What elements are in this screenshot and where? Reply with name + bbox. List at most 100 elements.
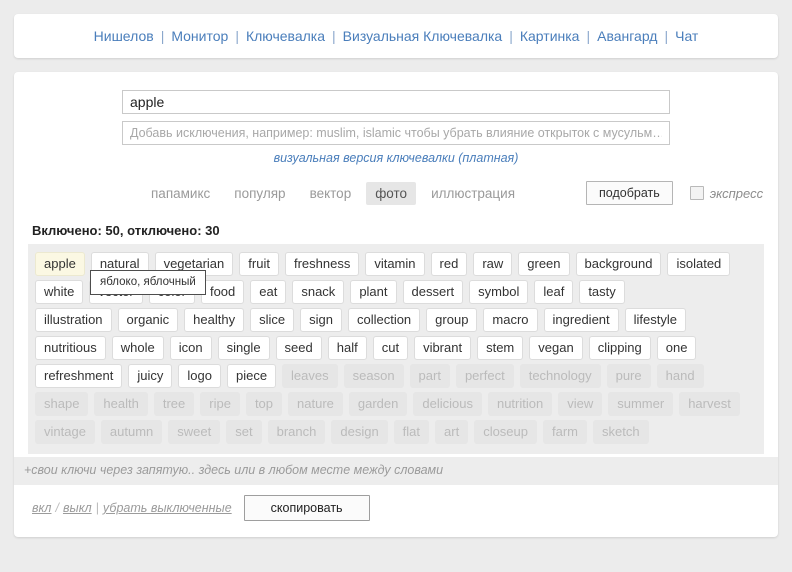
tag-harvest[interactable]: harvest [679, 392, 740, 416]
nav-link-3[interactable]: Ключевалка [245, 28, 326, 44]
tag-single[interactable]: single [217, 336, 270, 360]
tag-view[interactable]: view [558, 392, 603, 416]
nav-link-1[interactable]: Нишелов [93, 28, 155, 44]
exclusions-input[interactable] [122, 121, 670, 145]
tag-hand[interactable]: hand [656, 364, 704, 388]
tag-vitamin[interactable]: vitamin [365, 252, 425, 276]
tag-vegan[interactable]: vegan [529, 336, 583, 360]
tag-apple[interactable]: apple [35, 252, 85, 276]
tag-eat[interactable]: eat [250, 280, 287, 304]
tag-isolated[interactable]: isolated [667, 252, 731, 276]
tag-plant[interactable]: plant [350, 280, 397, 304]
tag-background[interactable]: background [575, 252, 662, 276]
tag-refreshment[interactable]: refreshment [35, 364, 123, 388]
tag-design[interactable]: design [331, 420, 388, 444]
express-checkbox[interactable] [689, 186, 704, 200]
tag-white[interactable]: white [35, 280, 84, 304]
tag-pure[interactable]: pure [606, 364, 651, 388]
tag-garden[interactable]: garden [348, 392, 408, 416]
tag-piece[interactable]: piece [226, 364, 277, 388]
tag-farm[interactable]: farm [543, 420, 587, 444]
toggle-on-link[interactable]: вкл [32, 501, 51, 515]
express-label[interactable]: экспресс [710, 186, 763, 201]
tag-branch[interactable]: branch [267, 420, 326, 444]
tag-summer[interactable]: summer [608, 392, 674, 416]
tag-green[interactable]: green [518, 252, 570, 276]
tag-freshness[interactable]: freshness [284, 252, 360, 276]
nav-link-6[interactable]: Авангард [596, 28, 658, 44]
tag-sign[interactable]: sign [300, 308, 342, 332]
tag-vintage[interactable]: vintage [35, 420, 95, 444]
tag-nutrition[interactable]: nutrition [487, 392, 553, 416]
nav-link-2[interactable]: Монитор [170, 28, 229, 44]
tag-macro[interactable]: macro [483, 308, 538, 332]
filter-tab-вектор[interactable]: вектор [301, 182, 361, 205]
tag-sweet[interactable]: sweet [168, 420, 221, 444]
tag-food[interactable]: food [200, 280, 245, 304]
express-option[interactable]: экспресс [689, 186, 763, 201]
tag-health[interactable]: health [94, 392, 148, 416]
tag-logo[interactable]: logo [178, 364, 221, 388]
filter-tab-папамикс[interactable]: папамикс [142, 182, 219, 205]
nav-link-5[interactable]: Картинка [519, 28, 581, 44]
tag-symbol[interactable]: symbol [469, 280, 529, 304]
visual-version-link[interactable]: визуальная версия ключевалки (платная) [274, 151, 519, 165]
tag-collection[interactable]: collection [347, 308, 421, 332]
tag-dessert[interactable]: dessert [402, 280, 464, 304]
tag-leaves[interactable]: leaves [282, 364, 338, 388]
tag-illustration[interactable]: illustration [35, 308, 112, 332]
tag-autumn[interactable]: autumn [100, 420, 163, 444]
tag-sketch[interactable]: sketch [593, 420, 649, 444]
filter-tabs: папамикс популяр вектор фото иллюстрация [142, 181, 530, 205]
tag-leaf[interactable]: leaf [534, 280, 574, 304]
remove-disabled-link[interactable]: убрать выключенные [103, 501, 232, 515]
filter-tab-фото[interactable]: фото [366, 181, 417, 205]
tag-juicy[interactable]: juicy [128, 364, 173, 388]
filter-tab-популяр[interactable]: популяр [225, 182, 294, 205]
tag-top[interactable]: top [245, 392, 283, 416]
tag-icon[interactable]: icon [169, 336, 212, 360]
tag-slice[interactable]: slice [250, 308, 295, 332]
tag-perfect[interactable]: perfect [455, 364, 514, 388]
nav-link-7[interactable]: Чат [674, 28, 699, 44]
tag-shape[interactable]: shape [35, 392, 89, 416]
tag-stem[interactable]: stem [477, 336, 524, 360]
tag-red[interactable]: red [430, 252, 468, 276]
keyword-search-input[interactable] [122, 90, 670, 114]
tag-art[interactable]: art [435, 420, 469, 444]
tag-part[interactable]: part [409, 364, 450, 388]
filter-tab-иллюстрация[interactable]: иллюстрация [422, 182, 524, 205]
tag-group[interactable]: group [426, 308, 478, 332]
tag-technology[interactable]: technology [519, 364, 601, 388]
custom-keywords-hint[interactable]: +свои ключи через запятую.. здесь или в … [14, 457, 778, 485]
nav-link-4[interactable]: Визуальная Ключевалка [342, 28, 504, 44]
tag-one[interactable]: one [656, 336, 697, 360]
tag-season[interactable]: season [343, 364, 404, 388]
tag-ingredient[interactable]: ingredient [543, 308, 619, 332]
tag-vibrant[interactable]: vibrant [414, 336, 472, 360]
tag-tasty[interactable]: tasty [579, 280, 625, 304]
tag-snack[interactable]: snack [292, 280, 345, 304]
tag-fruit[interactable]: fruit [239, 252, 279, 276]
tag-set[interactable]: set [226, 420, 262, 444]
tag-healthy[interactable]: healthy [184, 308, 245, 332]
tag-lifestyle[interactable]: lifestyle [624, 308, 687, 332]
tag-flat[interactable]: flat [393, 420, 430, 444]
tag-ripe[interactable]: ripe [200, 392, 240, 416]
tag-seed[interactable]: seed [275, 336, 322, 360]
tag-clipping[interactable]: clipping [588, 336, 651, 360]
tag-raw[interactable]: raw [473, 252, 513, 276]
tag-cut[interactable]: cut [372, 336, 409, 360]
pick-button[interactable]: подобрать [586, 181, 673, 205]
toggle-off-link[interactable]: выкл [63, 501, 92, 515]
tag-closeup[interactable]: closeup [474, 420, 537, 444]
tag-nutritious[interactable]: nutritious [35, 336, 106, 360]
tag-organic[interactable]: organic [117, 308, 179, 332]
tag-tree[interactable]: tree [153, 392, 195, 416]
tag-half[interactable]: half [327, 336, 367, 360]
tags-container: apple natural vegetarian fruit freshness vita… [28, 244, 764, 454]
tag-nature[interactable]: nature [288, 392, 343, 416]
tag-delicious[interactable]: delicious [413, 392, 482, 416]
copy-button[interactable]: скопировать [243, 495, 370, 521]
tag-whole[interactable]: whole [111, 336, 164, 360]
